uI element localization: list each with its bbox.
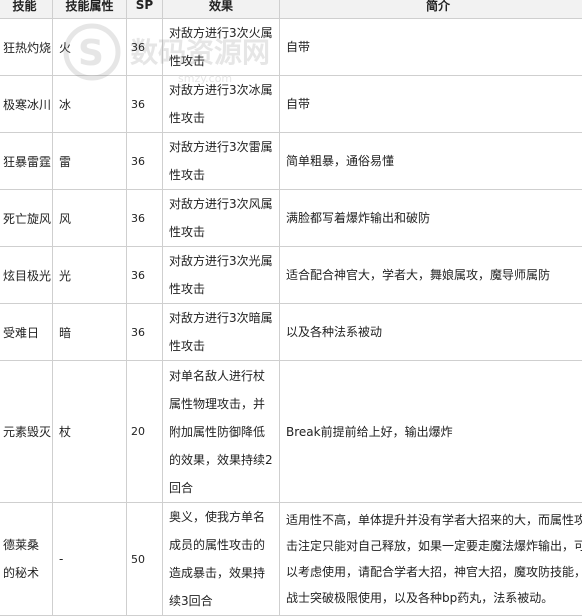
skill-sp: 36 xyxy=(127,19,163,76)
skill-name: 极寒冰川 xyxy=(0,76,53,133)
skill-description: 简单粗暴，通俗易懂 xyxy=(280,133,582,190)
skill-name: 狂暴雷霆 xyxy=(0,133,53,190)
skill-attribute: - xyxy=(53,503,127,616)
header-effect: 效果 xyxy=(163,0,280,19)
skill-sp: 20 xyxy=(127,361,163,503)
skill-description: 自带 xyxy=(280,76,582,133)
skill-attribute: 冰 xyxy=(53,76,127,133)
skill-sp: 36 xyxy=(127,304,163,361)
skill-effect: 奥义，使我方单名成员的属性攻击的造成暴击，效果持续3回合 xyxy=(163,503,280,616)
skill-description: 满脸都写着爆炸输出和破防 xyxy=(280,190,582,247)
skill-description: 适合配合神官大，学者大，舞娘属攻，魔导师属防 xyxy=(280,247,582,304)
table-row: 狂暴雷霆 雷 36 对敌方进行3次雷属性攻击 简单粗暴，通俗易懂 xyxy=(0,133,582,190)
header-sp: SP xyxy=(127,0,163,19)
table-row: 炫目极光 光 36 对敌方进行3次光属性攻击 适合配合神官大，学者大，舞娘属攻，… xyxy=(0,247,582,304)
skill-attribute: 暗 xyxy=(53,304,127,361)
skill-effect: 对敌方进行3次光属性攻击 xyxy=(163,247,280,304)
table-row: 受难日 暗 36 对敌方进行3次暗属性攻击 以及各种法系被动 xyxy=(0,304,582,361)
skill-sp: 36 xyxy=(127,190,163,247)
header-skill: 技能 xyxy=(0,0,53,19)
skill-effect: 对敌方进行3次风属性攻击 xyxy=(163,190,280,247)
table-row: 死亡旋风 风 36 对敌方进行3次风属性攻击 满脸都写着爆炸输出和破防 xyxy=(0,190,582,247)
skill-name: 狂热灼烧 xyxy=(0,19,53,76)
skill-attribute: 杖 xyxy=(53,361,127,503)
skill-sp: 36 xyxy=(127,247,163,304)
skill-attribute: 风 xyxy=(53,190,127,247)
skill-effect: 对敌方进行3次火属性攻击 xyxy=(163,19,280,76)
skill-name: 受难日 xyxy=(0,304,53,361)
table-row: 狂热灼烧 火 36 对敌方进行3次火属性攻击 自带 xyxy=(0,19,582,76)
skill-description: 自带 xyxy=(280,19,582,76)
skill-name: 死亡旋风 xyxy=(0,190,53,247)
skill-description: 以及各种法系被动 xyxy=(280,304,582,361)
skill-attribute: 光 xyxy=(53,247,127,304)
skill-name: 元素毁灭 xyxy=(0,361,53,503)
skill-effect: 对敌方进行3次暗属性攻击 xyxy=(163,304,280,361)
skills-table: 技能 技能属性 SP 效果 简介 狂热灼烧 火 36 对敌方进行3次火属性攻击 … xyxy=(0,0,582,616)
table-row: 极寒冰川 冰 36 对敌方进行3次冰属性攻击 自带 xyxy=(0,76,582,133)
skill-sp: 50 xyxy=(127,503,163,616)
skill-name: 炫目极光 xyxy=(0,247,53,304)
skill-description: 适用性不高，单体提升并没有学者大招来的大，而属性攻击注定只能对自己释放，如果一定… xyxy=(280,503,582,616)
skill-description: Break前提前给上好，输出爆炸 xyxy=(280,361,582,503)
table-row: 德莱桑的秘术 - 50 奥义，使我方单名成员的属性攻击的造成暴击，效果持续3回合… xyxy=(0,503,582,616)
skill-sp: 36 xyxy=(127,133,163,190)
skill-attribute: 火 xyxy=(53,19,127,76)
skill-effect: 对敌方进行3次冰属性攻击 xyxy=(163,76,280,133)
skill-name: 德莱桑的秘术 xyxy=(0,503,53,616)
header-attribute: 技能属性 xyxy=(53,0,127,19)
header-description: 简介 xyxy=(280,0,582,19)
table-header-row: 技能 技能属性 SP 效果 简介 xyxy=(0,0,582,19)
table-row: 元素毁灭 杖 20 对单名敌人进行杖属性物理攻击，并附加属性防御降低的效果，效果… xyxy=(0,361,582,503)
skill-effect: 对单名敌人进行杖属性物理攻击，并附加属性防御降低的效果，效果持续2回合 xyxy=(163,361,280,503)
skill-attribute: 雷 xyxy=(53,133,127,190)
skill-effect: 对敌方进行3次雷属性攻击 xyxy=(163,133,280,190)
skill-sp: 36 xyxy=(127,76,163,133)
